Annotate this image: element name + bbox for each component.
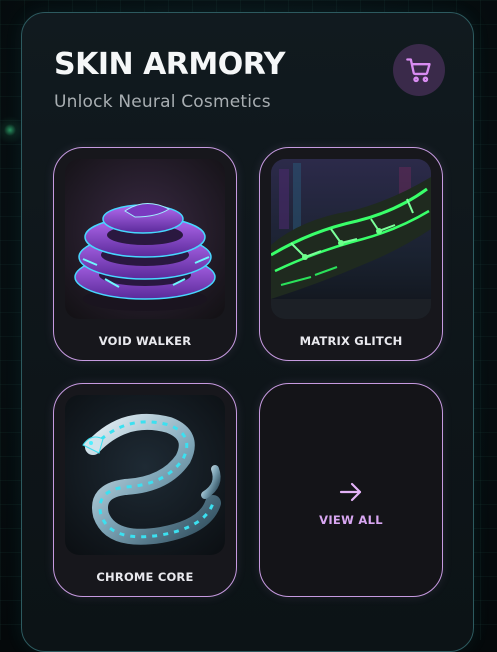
- skin-card-label: MATRIX GLITCH: [299, 334, 403, 348]
- arrow-right-icon: [339, 482, 362, 502]
- skin-card-chrome-core[interactable]: CHROME CORE: [53, 383, 237, 597]
- chrome-core-image: [65, 395, 225, 555]
- view-all-card[interactable]: VIEW ALL: [259, 383, 443, 597]
- void-walker-image: [65, 159, 225, 319]
- shopping-cart-icon: [406, 58, 431, 83]
- skin-armory-panel: SKIN ARMORY Unlock Neural Cosmetics VOID…: [21, 12, 474, 652]
- matrix-glitch-image: [271, 159, 431, 319]
- page-title: SKIN ARMORY: [54, 47, 285, 82]
- view-all-label: VIEW ALL: [319, 513, 383, 527]
- skin-card-void-walker[interactable]: VOID WALKER: [53, 147, 237, 361]
- skin-card-matrix-glitch[interactable]: MATRIX GLITCH: [259, 147, 443, 361]
- cart-button[interactable]: [393, 44, 445, 96]
- skin-card-label: VOID WALKER: [98, 334, 192, 348]
- skin-card-label: CHROME CORE: [96, 570, 194, 584]
- page-subtitle: Unlock Neural Cosmetics: [54, 92, 271, 112]
